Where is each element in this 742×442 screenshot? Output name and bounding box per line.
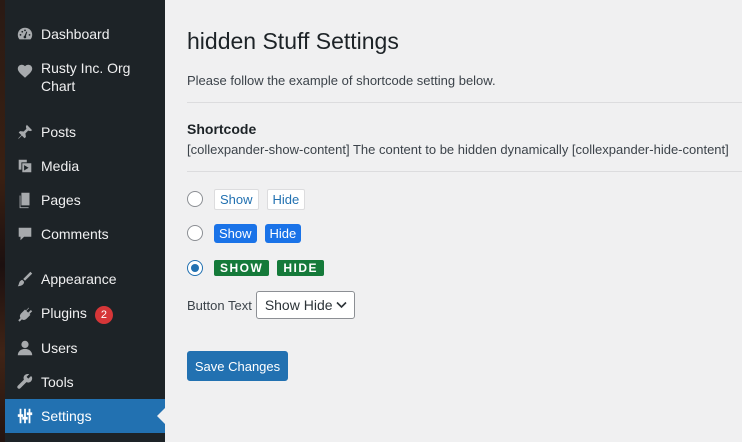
sidebar-item-users[interactable]: Users <box>5 331 165 365</box>
admin-sidebar: Dashboard Rusty Inc. Org Chart Posts Med… <box>5 0 165 442</box>
settings-page: hidden Stuff Settings Please follow the … <box>165 0 742 442</box>
button-text-selected-value: Show Hide <box>264 297 333 313</box>
update-count-badge: 2 <box>94 306 113 324</box>
pushpin-icon <box>15 122 35 142</box>
user-icon <box>15 338 35 358</box>
intro-text: Please follow the example of shortcode s… <box>187 73 496 88</box>
style-radio-outline[interactable] <box>187 191 203 207</box>
sidebar-item-pages[interactable]: Pages <box>5 183 165 217</box>
preview-show-button[interactable]: Show <box>214 188 259 210</box>
sidebar-item-plugins[interactable]: Plugins 2 <box>5 297 165 331</box>
preview-show-button[interactable]: Show <box>214 223 257 243</box>
wrench-icon <box>15 372 35 392</box>
style-radio-blue[interactable] <box>187 225 203 241</box>
plugin-icon <box>15 304 35 324</box>
button-text-field: Button Text Show Hide <box>187 291 355 319</box>
style-option-outline: Show Hide <box>187 188 313 210</box>
sidebar-item-label: Posts <box>41 124 77 140</box>
sidebar-item-label: Appearance <box>41 271 117 287</box>
save-changes-button[interactable]: Save Changes <box>187 351 288 381</box>
sidebar-item-label: Users <box>41 340 78 356</box>
sidebar-item-posts[interactable]: Posts <box>5 115 165 149</box>
sidebar-item-label: Dashboard <box>41 26 110 42</box>
preview-hide-button[interactable]: Hide <box>264 223 302 243</box>
sidebar-item-label: Comments <box>41 226 109 242</box>
sidebar-item-label: Pages <box>41 192 81 208</box>
page-title: hidden Stuff Settings <box>187 28 399 54</box>
plugins-label-text: Plugins <box>41 305 87 321</box>
sidebar-item-media[interactable]: Media <box>5 149 165 183</box>
shortcode-example: [collexpander-show-content] The content … <box>187 142 729 157</box>
sidebar-item-label: Tools <box>41 374 74 390</box>
sidebar-item-settings[interactable]: Settings <box>5 399 165 433</box>
divider <box>187 171 742 172</box>
sidebar-item-label: Rusty Inc. Org Chart <box>41 60 131 94</box>
chevron-down-icon <box>336 301 347 309</box>
heart-icon <box>15 61 35 81</box>
divider <box>187 102 742 103</box>
button-text-label: Button Text <box>187 297 252 313</box>
paintbrush-icon <box>15 269 35 289</box>
pages-icon <box>15 190 35 210</box>
button-text-select[interactable]: Show Hide <box>255 291 355 319</box>
dashboard-icon <box>15 24 35 44</box>
sidebar-item-appearance[interactable]: Appearance <box>5 262 165 296</box>
style-option-green: SHOW HIDE <box>187 257 332 279</box>
media-icon <box>15 156 35 176</box>
settings-sliders-icon <box>15 406 35 426</box>
style-option-blue: Show Hide <box>187 222 309 244</box>
comment-icon <box>15 224 35 244</box>
sidebar-item-label: Media <box>41 158 80 174</box>
preview-hide-button[interactable]: HIDE <box>277 260 325 276</box>
style-radio-green[interactable] <box>187 260 203 276</box>
sidebar-item-label: Plugins 2 <box>41 304 146 324</box>
preview-hide-button[interactable]: Hide <box>266 188 306 210</box>
sidebar-item-dashboard[interactable]: Dashboard <box>5 17 165 51</box>
shortcode-heading: Shortcode <box>187 121 257 137</box>
sidebar-item-org-chart[interactable]: Rusty Inc. Org Chart <box>5 59 165 109</box>
sidebar-item-comments[interactable]: Comments <box>5 217 165 251</box>
sidebar-item-tools[interactable]: Tools <box>5 365 165 399</box>
preview-show-button[interactable]: SHOW <box>214 260 270 276</box>
sidebar-item-label: Settings <box>41 408 92 424</box>
